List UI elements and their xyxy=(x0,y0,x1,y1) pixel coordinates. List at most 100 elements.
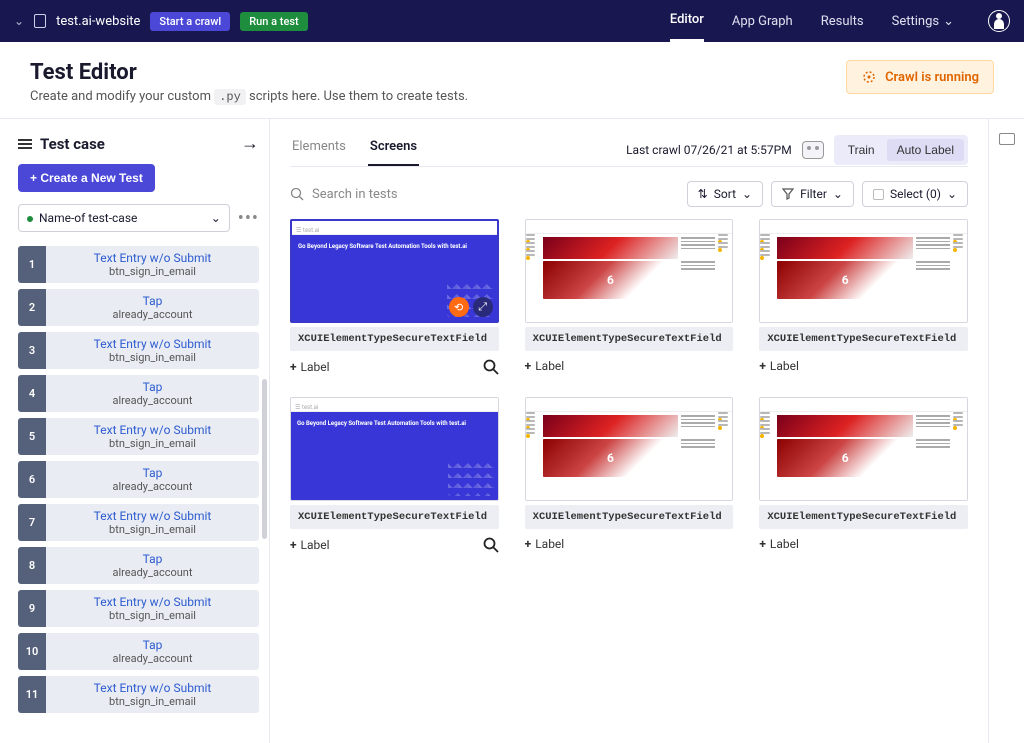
auto-label-button[interactable]: Auto Label xyxy=(887,139,964,161)
step-action: Tap xyxy=(52,638,253,652)
element-class-label: XCUIElementTypeSecureTextField xyxy=(525,327,734,351)
step-target: already_account xyxy=(52,480,253,493)
screen-card: XCUIElementTypeSecureTextField+ Label xyxy=(759,219,968,375)
sort-icon: ⇅ xyxy=(698,187,708,201)
test-step[interactable]: 7Text Entry w/o Submitbtn_sign_in_email xyxy=(18,504,259,541)
scrollbar-thumb[interactable] xyxy=(262,379,267,539)
panel-icon[interactable] xyxy=(999,133,1015,145)
create-new-test-button[interactable]: + Create a New Test xyxy=(18,164,155,192)
step-action: Text Entry w/o Submit xyxy=(52,251,253,265)
tab-elements[interactable]: Elements xyxy=(290,133,348,166)
train-button-group: Train Auto Label xyxy=(834,135,968,165)
step-number: 2 xyxy=(18,289,46,326)
screen-thumbnail[interactable] xyxy=(759,219,968,323)
chevron-down-icon: ⌄ xyxy=(211,211,221,225)
step-target: btn_sign_in_email xyxy=(52,351,253,364)
step-target: btn_sign_in_email xyxy=(52,695,253,708)
select-button[interactable]: Select (0) ⌄ xyxy=(862,181,968,207)
arrow-right-icon[interactable]: → xyxy=(241,133,259,154)
screen-card: XCUIElementTypeSecureTextField + Label xyxy=(759,397,968,553)
checkbox-icon xyxy=(873,189,884,200)
screen-card: ☰ test.aiGo Beyond Legacy Software Test … xyxy=(290,219,499,375)
nav-tab-app-graph[interactable]: App Graph xyxy=(732,14,793,41)
more-icon[interactable]: ••• xyxy=(238,208,259,229)
nav-tab-editor[interactable]: Editor xyxy=(670,12,704,42)
robot-icon[interactable] xyxy=(802,141,824,159)
step-number: 8 xyxy=(18,547,46,584)
hamburger-icon[interactable] xyxy=(18,139,32,149)
test-step[interactable]: 10 Tapalready_account xyxy=(18,633,259,670)
element-class-label: XCUIElementTypeSecureTextField xyxy=(759,505,968,529)
test-step[interactable]: 2Tapalready_account xyxy=(18,289,259,326)
add-label-button[interactable]: + Label xyxy=(759,537,799,551)
test-step[interactable]: 3 Text Entry w/o Submitbtn_sign_in_email xyxy=(18,332,259,369)
step-action: Tap xyxy=(52,466,253,480)
screen-thumbnail[interactable] xyxy=(525,397,734,501)
chevron-down-icon[interactable]: ⌄ xyxy=(14,14,24,28)
test-step[interactable]: 4Tapalready_account xyxy=(18,375,259,412)
step-number: 10 xyxy=(18,633,46,670)
test-step[interactable]: 8 Tapalready_account xyxy=(18,547,259,584)
last-crawl-text: Last crawl 07/26/21 at 5:57PM xyxy=(626,143,792,157)
test-step[interactable]: 5Text Entry w/o Submitbtn_sign_in_email xyxy=(18,418,259,455)
refresh-icon[interactable]: ⟲ xyxy=(449,297,469,317)
chevron-down-icon: ⌄ xyxy=(833,187,843,201)
page-header: Test Editor Create and modify your custo… xyxy=(0,42,1024,119)
step-action: Tap xyxy=(52,552,253,566)
document-icon xyxy=(34,14,46,28)
screen-thumbnail[interactable] xyxy=(525,219,734,323)
expand-icon[interactable]: ⤢ xyxy=(473,297,493,317)
step-action: Text Entry w/o Submit xyxy=(52,681,253,695)
add-label-button[interactable]: + Label xyxy=(525,359,565,373)
test-case-select[interactable]: Name-of test-case ⌄ xyxy=(18,204,230,232)
screen-card: XCUIElementTypeSecureTextField + Label xyxy=(525,219,734,375)
page-title: Test Editor xyxy=(30,60,468,85)
step-number: 7 xyxy=(18,504,46,541)
start-crawl-button[interactable]: Start a crawl xyxy=(150,12,230,31)
step-target: btn_sign_in_email xyxy=(52,265,253,278)
test-step[interactable]: 11 Text Entry w/o Submitbtn_sign_in_email xyxy=(18,676,259,713)
search-icon xyxy=(290,187,304,201)
screen-thumbnail[interactable] xyxy=(759,397,968,501)
step-target: already_account xyxy=(52,394,253,407)
step-number: 3 xyxy=(18,332,46,369)
test-step[interactable]: 9Text Entry w/o Submitbtn_sign_in_email xyxy=(18,590,259,627)
add-label-button[interactable]: + Label xyxy=(290,538,330,552)
run-test-button[interactable]: Run a test xyxy=(240,12,307,31)
element-class-label: XCUIElementTypeSecureTextField xyxy=(290,505,499,529)
step-action: Text Entry w/o Submit xyxy=(52,337,253,351)
avatar[interactable] xyxy=(988,10,1010,32)
page-subtitle: Create and modify your custom .py script… xyxy=(30,89,468,104)
settings-menu[interactable]: Settings⌄ xyxy=(892,14,954,41)
step-action: Text Entry w/o Submit xyxy=(52,509,253,523)
add-label-button[interactable]: + Label xyxy=(525,537,565,551)
add-label-button[interactable]: + Label xyxy=(290,360,330,374)
project-name[interactable]: test.ai-website xyxy=(56,14,140,29)
step-target: already_account xyxy=(52,652,253,665)
sort-button[interactable]: ⇅ Sort ⌄ xyxy=(687,181,763,207)
tab-screens[interactable]: Screens xyxy=(368,133,419,166)
screen-card: ☰ test.aiGo Beyond Legacy Software Test … xyxy=(290,397,499,553)
crawl-running-badge[interactable]: Crawl is running xyxy=(846,60,994,94)
search-icon[interactable] xyxy=(483,359,499,375)
search-input[interactable]: Search in tests xyxy=(290,187,398,202)
screen-thumbnail[interactable]: ☰ test.aiGo Beyond Legacy Software Test … xyxy=(290,397,499,501)
step-target: already_account xyxy=(52,566,253,579)
top-navbar: ⌄ test.ai-website Start a crawl Run a te… xyxy=(0,0,1024,42)
step-number: 11 xyxy=(18,676,46,713)
target-icon xyxy=(861,69,877,85)
test-step[interactable]: 1Text Entry w/o Submitbtn_sign_in_email xyxy=(18,246,259,283)
train-button[interactable]: Train xyxy=(838,139,885,161)
sidebar: Test case → + Create a New Test Name-of … xyxy=(0,119,270,743)
screen-thumbnail[interactable]: ☰ test.aiGo Beyond Legacy Software Test … xyxy=(290,219,499,323)
step-action: Text Entry w/o Submit xyxy=(52,423,253,437)
search-icon[interactable] xyxy=(483,537,499,553)
test-step[interactable]: 6Tapalready_account xyxy=(18,461,259,498)
status-dot-icon xyxy=(27,216,33,222)
filter-button[interactable]: Filter ⌄ xyxy=(771,181,854,207)
right-gutter xyxy=(988,119,1024,743)
step-target: already_account xyxy=(52,308,253,321)
add-label-button[interactable]: + Label xyxy=(759,359,799,373)
nav-tab-results[interactable]: Results xyxy=(821,14,864,41)
chevron-down-icon: ⌄ xyxy=(742,187,752,201)
